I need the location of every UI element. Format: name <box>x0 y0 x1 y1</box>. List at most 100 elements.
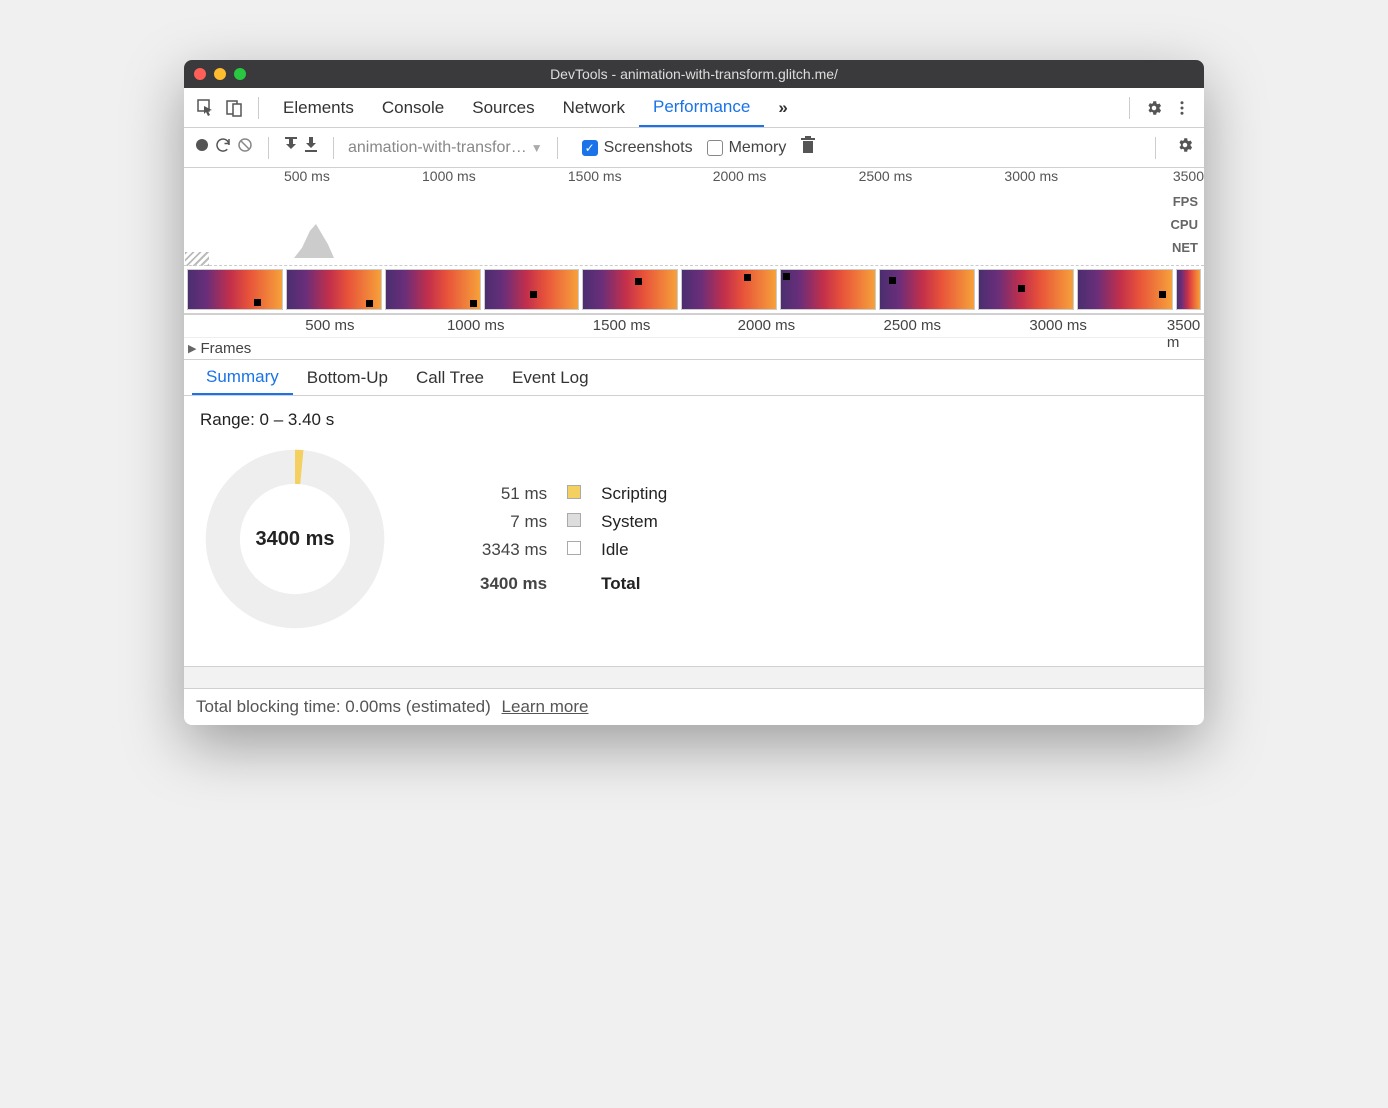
ruler-tick: 3000 ms <box>1004 168 1058 184</box>
subtab-bottom-up[interactable]: Bottom-Up <box>293 360 402 395</box>
tab-console[interactable]: Console <box>368 88 458 127</box>
donut-center-label: 3400 ms <box>200 444 390 634</box>
legend-row-idle: 3343 ms Idle <box>470 536 677 564</box>
lane-label-fps: FPS <box>1173 194 1198 209</box>
ruler-tick: 2500 ms <box>859 168 913 184</box>
frames-label: Frames <box>200 340 251 357</box>
range-label: Range: 0 – 3.40 s <box>200 410 1188 430</box>
ruler-tick: 3500 <box>1173 168 1204 184</box>
profile-select-label: animation-with-transfor… <box>348 139 527 157</box>
swatch-icon <box>567 541 581 555</box>
legend-row-system: 7 ms System <box>470 508 677 536</box>
checkbox-icon <box>707 140 723 156</box>
swatch-icon <box>567 513 581 527</box>
ruler-tick: 1500 ms <box>568 168 622 184</box>
blocking-time-label: Total blocking time: 0.00ms (estimated) <box>196 697 491 716</box>
flamechart-ruler: 500 ms 1000 ms 1500 ms 2000 ms 2500 ms 3… <box>184 315 1204 337</box>
subtab-call-tree[interactable]: Call Tree <box>402 360 498 395</box>
ruler-tick: 500 ms <box>284 168 330 184</box>
screenshot-thumb[interactable] <box>484 269 580 310</box>
capture-settings-icon[interactable] <box>1176 136 1194 159</box>
overview-ruler: 500 ms 1000 ms 1500 ms 2000 ms 2500 ms 3… <box>184 168 1204 190</box>
divider-strip <box>184 666 1204 688</box>
footer-bar: Total blocking time: 0.00ms (estimated) … <box>184 688 1204 725</box>
subtab-event-log[interactable]: Event Log <box>498 360 603 395</box>
ruler-tick: 2500 ms <box>883 317 941 334</box>
legend-row-total: 3400 ms Total <box>470 564 677 598</box>
ruler-tick: 3000 ms <box>1029 317 1087 334</box>
settings-icon[interactable] <box>1140 94 1168 122</box>
legend-value: 3343 ms <box>470 536 557 564</box>
screenshot-thumb[interactable] <box>1077 269 1173 310</box>
summary-panel: Range: 0 – 3.40 s 3400 ms 51 ms Scriptin… <box>184 396 1204 666</box>
details-tabs: Summary Bottom-Up Call Tree Event Log <box>184 360 1204 396</box>
save-profile-button[interactable] <box>303 137 319 158</box>
screenshots-label: Screenshots <box>604 139 693 157</box>
ruler-tick: 500 ms <box>305 317 354 334</box>
screenshot-thumb[interactable] <box>780 269 876 310</box>
net-activity-hatch <box>185 252 209 266</box>
summary-legend: 51 ms Scripting 7 ms System 3343 ms Idle… <box>470 480 677 598</box>
titlebar: DevTools - animation-with-transform.glit… <box>184 60 1204 88</box>
ruler-tick: 2000 ms <box>713 168 767 184</box>
screenshot-thumb[interactable] <box>681 269 777 310</box>
screenshot-thumb[interactable] <box>187 269 283 310</box>
memory-checkbox[interactable]: Memory <box>707 139 787 157</box>
flamechart-panel[interactable]: 500 ms 1000 ms 1500 ms 2000 ms 2500 ms 3… <box>184 315 1204 360</box>
legend-value: 7 ms <box>470 508 557 536</box>
lane-label-cpu: CPU <box>1171 217 1198 232</box>
frames-row[interactable]: ▶ Frames <box>184 337 1204 359</box>
legend-label: System <box>591 508 677 536</box>
screenshot-thumb[interactable] <box>978 269 1074 310</box>
tab-performance[interactable]: Performance <box>639 88 764 127</box>
inspect-element-icon[interactable] <box>192 94 220 122</box>
ruler-tick: 2000 ms <box>738 317 796 334</box>
screenshot-thumb[interactable] <box>582 269 678 310</box>
lane-label-net: NET <box>1172 240 1198 255</box>
legend-value: 51 ms <box>470 480 557 508</box>
legend-label: Idle <box>591 536 677 564</box>
clear-button[interactable] <box>236 136 254 159</box>
screenshot-thumb[interactable] <box>1176 269 1201 310</box>
window-title: DevTools - animation-with-transform.glit… <box>184 66 1204 82</box>
subtab-summary[interactable]: Summary <box>192 360 293 395</box>
learn-more-link[interactable]: Learn more <box>502 697 589 716</box>
net-baseline <box>184 265 1204 266</box>
profile-select[interactable]: animation-with-transfor… ▼ <box>348 139 543 157</box>
load-profile-button[interactable] <box>283 137 299 158</box>
cpu-activity-graph <box>294 224 334 258</box>
time-donut-chart: 3400 ms <box>200 444 390 634</box>
swatch-icon <box>567 485 581 499</box>
ruler-tick: 1000 ms <box>447 317 505 334</box>
overview-panel[interactable]: 500 ms 1000 ms 1500 ms 2000 ms 2500 ms 3… <box>184 168 1204 315</box>
ruler-tick: 1500 ms <box>593 317 651 334</box>
devtools-window: DevTools - animation-with-transform.glit… <box>184 60 1204 725</box>
disclosure-triangle-icon: ▶ <box>188 342 196 355</box>
tabs-overflow[interactable]: » <box>764 88 801 127</box>
device-toggle-icon[interactable] <box>220 94 248 122</box>
screenshot-strip <box>184 266 1204 314</box>
screenshot-thumb[interactable] <box>879 269 975 310</box>
top-tabs: Elements Console Sources Network Perform… <box>184 88 1204 128</box>
screenshot-thumb[interactable] <box>385 269 481 310</box>
legend-label: Scripting <box>591 480 677 508</box>
legend-total-label: Total <box>591 564 677 598</box>
tab-elements[interactable]: Elements <box>269 88 368 127</box>
ruler-tick: 1000 ms <box>422 168 476 184</box>
reload-button[interactable] <box>214 136 232 159</box>
memory-label: Memory <box>729 139 787 157</box>
record-button[interactable] <box>194 137 210 158</box>
overview-lanes: FPS CPU NET <box>184 190 1204 266</box>
legend-row-scripting: 51 ms Scripting <box>470 480 677 508</box>
ruler-tick: 3500 m <box>1167 317 1200 351</box>
screenshots-checkbox[interactable]: ✓ Screenshots <box>582 139 693 157</box>
tab-network[interactable]: Network <box>549 88 639 127</box>
screenshot-thumb[interactable] <box>286 269 382 310</box>
caret-down-icon: ▼ <box>531 141 543 155</box>
kebab-menu-icon[interactable] <box>1168 94 1196 122</box>
trash-icon[interactable] <box>800 136 816 159</box>
checkbox-icon: ✓ <box>582 140 598 156</box>
tab-sources[interactable]: Sources <box>458 88 548 127</box>
perf-toolbar: animation-with-transfor… ▼ ✓ Screenshots… <box>184 128 1204 168</box>
legend-total-value: 3400 ms <box>470 564 557 598</box>
